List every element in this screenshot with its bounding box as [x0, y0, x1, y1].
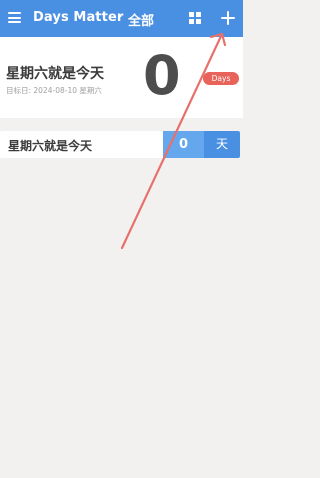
event-day-unit: 天 [204, 131, 240, 158]
days-unit-badge: Days [203, 72, 239, 85]
featured-event-title: 星期六就是今天 [6, 66, 104, 82]
top-app-bar: Days Matter · 全部 [0, 0, 243, 37]
featured-event-card[interactable]: 星期六就是今天 目标日: 2024-08-10 星期六 0 Days [0, 37, 243, 118]
featured-day-count: 0 [143, 44, 181, 107]
event-list-item[interactable]: 星期六就是今天 0 天 [0, 131, 240, 158]
add-event-button[interactable] [218, 8, 238, 28]
category-selector[interactable]: 全部 [128, 10, 154, 29]
menu-icon[interactable] [8, 12, 21, 23]
title-separator: · [118, 9, 123, 23]
event-day-count: 0 [163, 131, 204, 158]
featured-target-date: 目标日: 2024-08-10 星期六 [6, 86, 102, 95]
grid-view-icon[interactable] [189, 12, 201, 24]
app-title: Days Matter [33, 10, 124, 25]
app-screen: Days Matter · 全部 星期六就是今天 目标日: 2024-08-10… [0, 0, 243, 478]
event-title: 星期六就是今天 [8, 139, 93, 153]
